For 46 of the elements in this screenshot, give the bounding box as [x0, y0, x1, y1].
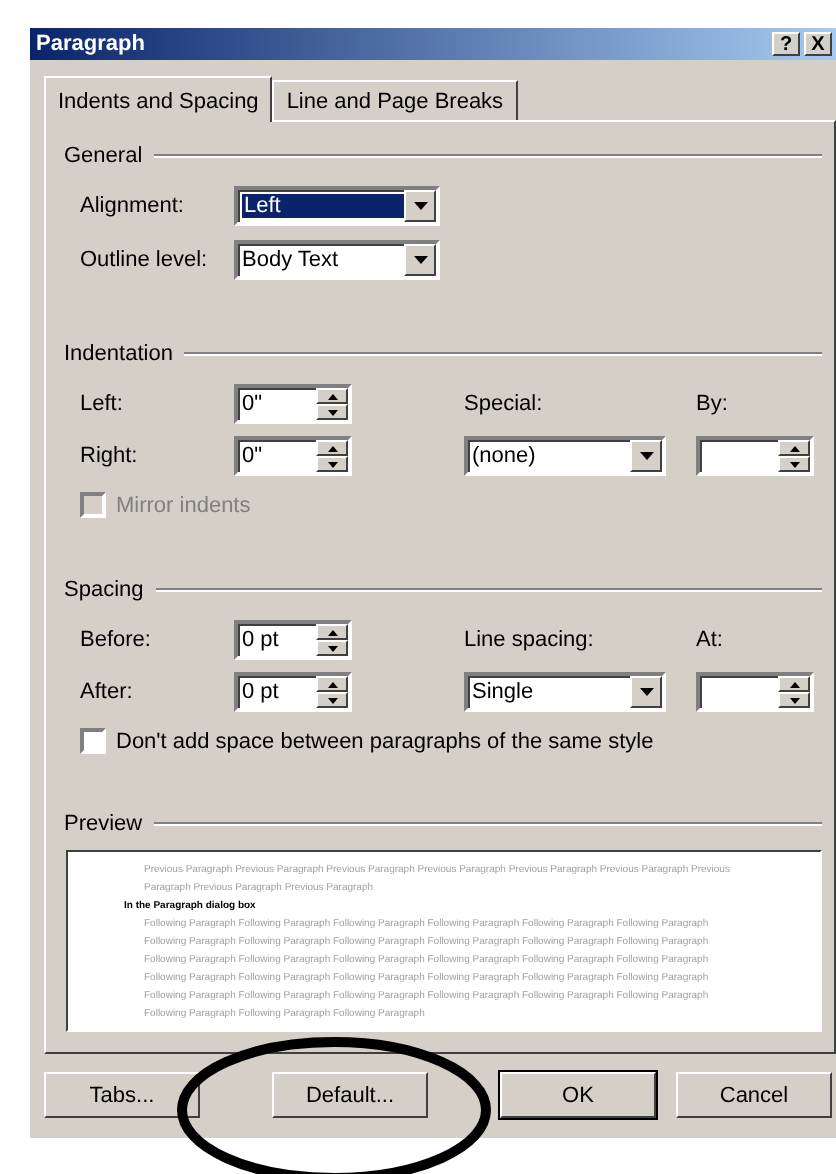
dialog-button[interactable]: OK — [500, 1072, 656, 1118]
field-label: Right: — [80, 444, 140, 468]
spin-field[interactable]: 0 pt — [234, 620, 352, 660]
spin-arrows-icon[interactable] — [778, 440, 810, 472]
dialog-button[interactable]: Tabs... — [44, 1072, 200, 1118]
spin-field[interactable]: 0" — [234, 436, 352, 476]
group-title: General — [64, 144, 143, 168]
dropdown-arrow-icon — [413, 202, 427, 210]
spin-field[interactable]: 0" — [234, 384, 352, 424]
group-title: Spacing — [64, 578, 144, 602]
dropdown-field[interactable]: Single — [464, 672, 666, 712]
field-label: By: — [696, 392, 730, 416]
checkbox-label: Mirror indents — [116, 493, 251, 517]
help-button[interactable]: ? — [772, 32, 800, 56]
spin-arrows-icon[interactable] — [316, 440, 348, 472]
group-title: Preview — [64, 812, 143, 836]
field-label: Outline level: — [80, 248, 210, 272]
checkbox[interactable] — [80, 728, 106, 754]
dropdown-field[interactable]: Left — [234, 186, 440, 226]
group-title: Indentation — [64, 342, 173, 366]
field-label: Alignment: — [80, 194, 186, 218]
dialog-button[interactable]: Cancel — [676, 1072, 832, 1118]
spin-field[interactable] — [696, 672, 814, 712]
spin-field[interactable] — [696, 436, 814, 476]
tab[interactable]: Line and Page Breaks — [272, 80, 518, 120]
checkbox-label: Don't add space between paragraphs of the same style — [116, 729, 654, 753]
field-label: After: — [80, 680, 135, 704]
dropdown-arrow-icon — [639, 452, 653, 460]
field-label: At: — [696, 628, 725, 652]
spin-arrows-icon[interactable] — [316, 388, 348, 420]
dropdown-arrow-icon — [639, 688, 653, 696]
field-label: Before: — [80, 628, 153, 652]
spin-arrows-icon[interactable] — [316, 676, 348, 708]
dropdown-field[interactable]: (none) — [464, 436, 666, 476]
spin-arrows-icon[interactable] — [316, 624, 348, 656]
field-label: Left: — [80, 392, 125, 416]
close-button[interactable]: X — [804, 32, 832, 56]
field-label: Line spacing: — [464, 628, 596, 652]
spin-arrows-icon[interactable] — [778, 676, 810, 708]
tab[interactable]: Indents and Spacing — [44, 76, 273, 122]
dropdown-arrow-icon — [413, 256, 427, 264]
spin-field[interactable]: 0 pt — [234, 672, 352, 712]
dropdown-field[interactable]: Body Text — [234, 240, 440, 280]
field-label: Special: — [464, 392, 545, 416]
window-title: Paragraph — [36, 32, 147, 56]
dialog-button[interactable]: Default... — [272, 1072, 428, 1118]
